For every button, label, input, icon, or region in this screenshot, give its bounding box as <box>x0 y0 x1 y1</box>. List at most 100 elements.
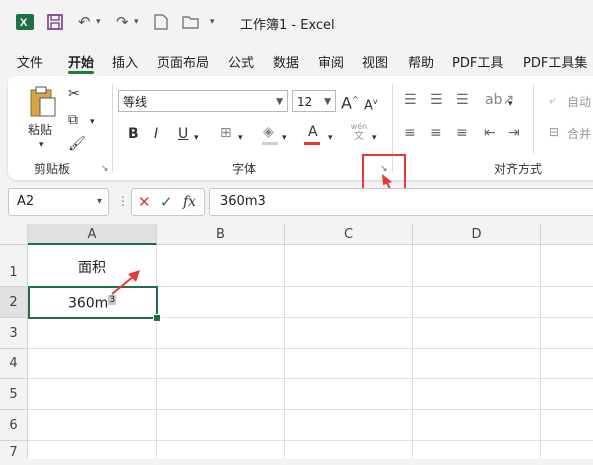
column-header-a[interactable]: A <box>28 224 157 245</box>
row-header-1[interactable]: 1 <box>0 245 28 287</box>
cancel-entry-button[interactable]: ✕ <box>138 193 151 211</box>
chevron-down-icon[interactable]: ▾ <box>372 130 377 146</box>
underline-button[interactable]: U <box>178 126 188 142</box>
column-header-d[interactable]: D <box>413 224 541 245</box>
dialog-launcher-icon[interactable]: ↘ <box>101 164 109 174</box>
gridline <box>28 409 593 410</box>
chevron-down-icon[interactable]: ▾ <box>90 114 95 130</box>
row-header-3[interactable]: 3 <box>0 318 28 349</box>
redo-icon[interactable]: ↷ <box>116 14 129 30</box>
ribbon-panel: 粘贴 ▾ ✂ ⧉ ▾ 🖌 剪贴板 ↘ 等线 ▼ 12 ▼ A^ Av B I U… <box>8 76 593 180</box>
chevron-down-icon[interactable]: ▾ <box>238 130 243 146</box>
formula-input[interactable]: 360m3 <box>209 188 593 216</box>
tab-pdf-tools[interactable]: PDF工具 <box>452 52 503 71</box>
name-box-value: A2 <box>17 194 35 209</box>
save-icon[interactable] <box>47 14 63 30</box>
tab-view[interactable]: 视图 <box>362 52 388 71</box>
fill-color-icon[interactable]: ◈ <box>263 124 274 140</box>
align-middle-icon[interactable]: ☰ <box>430 92 443 108</box>
chevron-down-icon[interactable]: ▾ <box>134 14 139 30</box>
worksheet-grid[interactable]: A B C D 1 2 3 4 5 6 7 面积 360m3 <box>0 224 593 460</box>
tab-pdf-toolset[interactable]: PDF工具集 <box>523 52 587 71</box>
merge-center-icon[interactable]: ⊟ <box>549 124 559 140</box>
chevron-down-icon[interactable]: ▾ <box>328 130 333 146</box>
new-file-icon[interactable] <box>154 14 168 30</box>
chevron-down-icon[interactable]: ▾ <box>194 130 199 146</box>
align-center-icon[interactable]: ≡ <box>430 125 442 141</box>
fill-handle[interactable] <box>153 314 161 322</box>
tab-review[interactable]: 审阅 <box>318 52 344 71</box>
open-folder-icon[interactable] <box>182 15 200 29</box>
phonetic-guide-button[interactable]: wén 文 <box>348 122 370 146</box>
gridline <box>284 245 285 459</box>
alignment-group-label: 对齐方式 <box>494 162 543 176</box>
chevron-down-icon[interactable]: ▾ <box>282 130 287 146</box>
tab-insert[interactable]: 插入 <box>112 52 138 71</box>
font-group-label: 字体 <box>232 162 257 176</box>
increase-indent-icon[interactable]: ⇥ <box>508 125 520 141</box>
merge-center-label[interactable]: 合并 <box>567 126 591 142</box>
format-painter-icon[interactable]: 🖌 <box>68 136 86 152</box>
italic-button[interactable]: I <box>154 126 158 142</box>
chevron-down-icon[interactable]: ▾ <box>39 137 44 153</box>
font-name-dropdown[interactable]: 等线 ▼ <box>118 90 288 112</box>
font-color-bar <box>304 142 320 145</box>
tab-data[interactable]: 数据 <box>273 52 299 71</box>
font-name-value: 等线 <box>123 95 148 109</box>
font-color-button[interactable]: A <box>308 124 318 140</box>
align-right-icon[interactable]: ≡ <box>456 125 468 141</box>
align-left-icon[interactable]: ≡ <box>404 125 416 141</box>
borders-icon[interactable]: ⊞ <box>220 125 232 141</box>
tab-file[interactable]: 文件 <box>17 52 43 71</box>
tab-formulas[interactable]: 公式 <box>228 52 254 71</box>
tab-page-layout[interactable]: 页面布局 <box>157 52 209 71</box>
column-header-b[interactable]: B <box>157 224 285 245</box>
quick-access-menu-icon[interactable]: ▾ <box>210 14 215 30</box>
chevron-down-icon: ▼ <box>324 97 331 107</box>
cut-icon[interactable]: ✂ <box>68 86 80 102</box>
decrease-font-size-button[interactable]: Av <box>364 94 378 114</box>
gridline <box>412 245 413 459</box>
formula-buttons: ✕ ✓ fx <box>131 188 205 216</box>
annotation-arrow-icon <box>111 270 140 295</box>
insert-function-button[interactable]: fx <box>183 194 196 210</box>
chevron-down-icon: ▼ <box>276 97 283 107</box>
undo-icon[interactable]: ↶ <box>78 14 91 30</box>
active-tab-indicator <box>68 71 94 74</box>
ribbon-tabs: 文件 开始 插入 页面布局 公式 数据 审阅 视图 帮助 PDF工具 PDF工具… <box>0 46 593 74</box>
chevron-down-icon[interactable]: ▾ <box>96 14 101 30</box>
clipboard-group-label: 剪贴板 <box>34 162 71 176</box>
select-all-corner[interactable] <box>0 224 28 245</box>
confirm-entry-button[interactable]: ✓ <box>160 193 173 211</box>
row-header-7[interactable]: 7 <box>0 441 28 460</box>
increase-font-size-button[interactable]: A^ <box>341 92 359 111</box>
window-title: 工作簿1 - Excel <box>240 18 335 33</box>
gridline <box>28 348 593 349</box>
wrap-text-label[interactable]: 自动 <box>567 94 591 110</box>
group-divider <box>533 84 534 154</box>
align-bottom-icon[interactable]: ☰ <box>456 92 469 108</box>
row-header-2[interactable]: 2 <box>0 287 28 318</box>
row-header-4[interactable]: 4 <box>0 349 28 379</box>
bold-button[interactable]: B <box>128 126 139 142</box>
name-box[interactable]: A2 ▾ <box>8 188 109 216</box>
tab-help[interactable]: 帮助 <box>408 52 434 71</box>
font-size-dropdown[interactable]: 12 ▼ <box>292 90 336 112</box>
more-options-icon[interactable]: ⋮ <box>117 194 129 208</box>
font-size-value: 12 <box>297 95 313 109</box>
row-header-5[interactable]: 5 <box>0 379 28 410</box>
gridline <box>156 245 157 459</box>
wrap-text-icon[interactable]: ⤶ <box>549 92 556 108</box>
column-header-e[interactable] <box>541 224 593 245</box>
chevron-down-icon[interactable]: ▾ <box>508 96 513 112</box>
row-header-6[interactable]: 6 <box>0 410 28 441</box>
column-header-c[interactable]: C <box>285 224 413 245</box>
gridline <box>28 378 593 379</box>
align-top-icon[interactable]: ☰ <box>404 92 417 108</box>
paste-button-label[interactable]: 粘贴 <box>28 122 52 138</box>
decrease-indent-icon[interactable]: ⇤ <box>484 125 496 141</box>
tab-home[interactable]: 开始 <box>68 52 94 71</box>
copy-icon[interactable]: ⧉ <box>68 112 78 128</box>
paste-icon[interactable] <box>28 86 58 118</box>
title-bar: X ↶ ▾ ↷ ▾ ▾ 工作簿1 - Excel <box>0 0 593 44</box>
